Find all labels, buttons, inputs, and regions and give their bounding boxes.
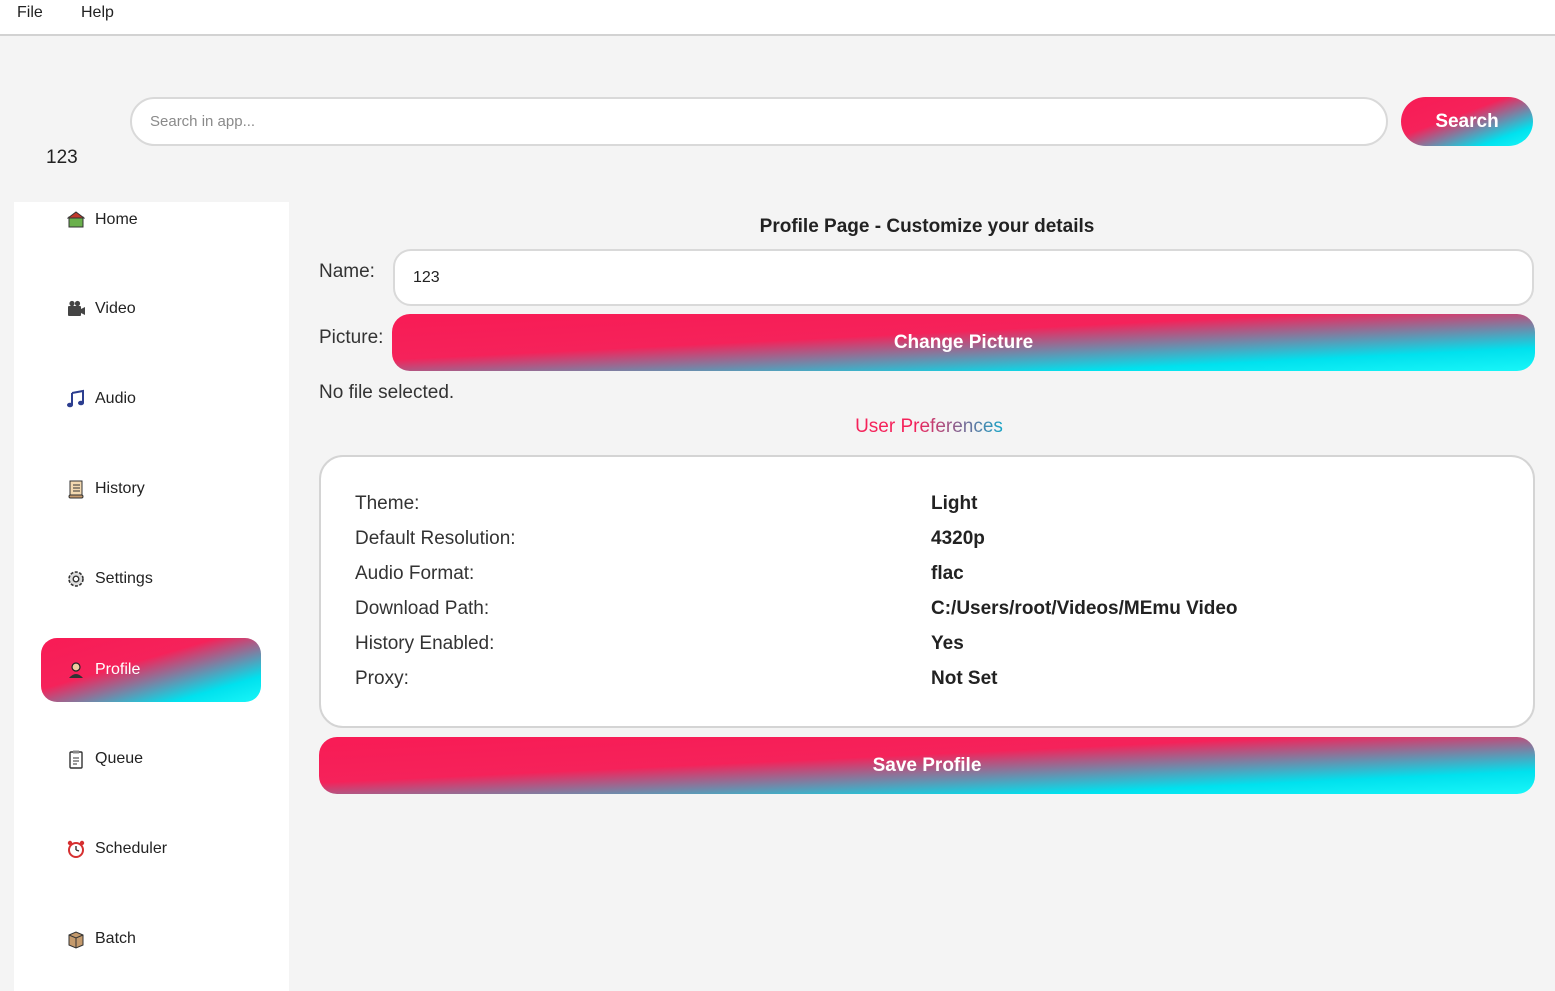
preferences-card: Theme: Light Default Resolution: 4320p A… [319,455,1535,728]
alarm-clock-icon [65,838,87,860]
menu-file[interactable]: File [17,4,43,22]
menu-bar: File Help [0,0,1555,36]
preference-key: Theme: [355,493,420,514]
page-title: Profile Page - Customize your details [759,216,1095,237]
package-icon [65,928,87,950]
sidebar-item-label: History [95,480,145,497]
scroll-icon [65,478,87,500]
search-button[interactable]: Search [1401,97,1533,146]
save-profile-button[interactable]: Save Profile [319,737,1535,794]
sidebar-item-audio[interactable]: Audio [41,367,261,431]
preference-value: 4320p [931,528,985,549]
sidebar-item-label: Queue [95,750,144,767]
preference-row-download-path: Download Path: C:/Users/root/Videos/MEmu… [355,598,1505,628]
preference-value: Yes [931,633,964,654]
preference-key: Proxy: [355,668,409,689]
preferences-title: User Preferences [319,416,1539,438]
sidebar-item-queue[interactable]: Queue [41,727,261,791]
search-input[interactable] [130,97,1388,146]
preference-row-theme: Theme: Light [355,493,1505,523]
video-camera-icon [65,298,87,320]
preference-key: History Enabled: [355,633,495,654]
sidebar-item-label: Profile [95,661,141,678]
sidebar-item-label: Batch [95,930,136,947]
clipboard-icon [65,748,87,770]
name-label: Name: [319,261,375,282]
file-status-text: No file selected. [319,382,455,403]
sidebar-item-settings[interactable]: Settings [41,547,261,611]
name-field[interactable] [393,249,1534,306]
preferences-title-text: User Preferences [855,416,1003,437]
person-icon [65,659,87,681]
change-picture-button[interactable]: Change Picture [392,314,1535,371]
sidebar-item-label: Video [95,300,136,317]
sidebar-item-batch[interactable]: Batch [41,907,261,971]
sidebar-item-label: Scheduler [95,840,168,857]
sidebar-item-home[interactable]: Home [41,202,261,252]
music-note-icon [65,388,87,410]
home-icon [65,209,87,231]
preference-row-audio-format: Audio Format: flac [355,563,1505,593]
picture-label: Picture: [319,327,384,348]
preference-row-history: History Enabled: Yes [355,633,1505,663]
sidebar-item-history[interactable]: History [41,457,261,521]
sidebar-item-video[interactable]: Video [41,277,261,341]
preference-key: Audio Format: [355,563,475,584]
sidebar-item-label: Home [95,211,138,228]
preference-value: flac [931,563,964,584]
menu-help[interactable]: Help [81,4,114,22]
preference-value: Not Set [931,668,998,689]
preference-value: Light [931,493,978,514]
sidebar-item-scheduler[interactable]: Scheduler [41,817,261,881]
sidebar-item-label: Audio [95,390,136,407]
gear-icon [65,568,87,590]
sidebar: Home Video Audio History Settings Profil… [14,202,289,991]
preference-key: Default Resolution: [355,528,516,549]
username-label: 123 [46,147,78,168]
preference-row-resolution: Default Resolution: 4320p [355,528,1505,558]
preference-row-proxy: Proxy: Not Set [355,668,1505,698]
sidebar-item-label: Settings [95,570,153,587]
preference-value: C:/Users/root/Videos/MEmu Video [931,598,1238,619]
sidebar-item-profile[interactable]: Profile [41,638,261,702]
preference-key: Download Path: [355,598,490,619]
